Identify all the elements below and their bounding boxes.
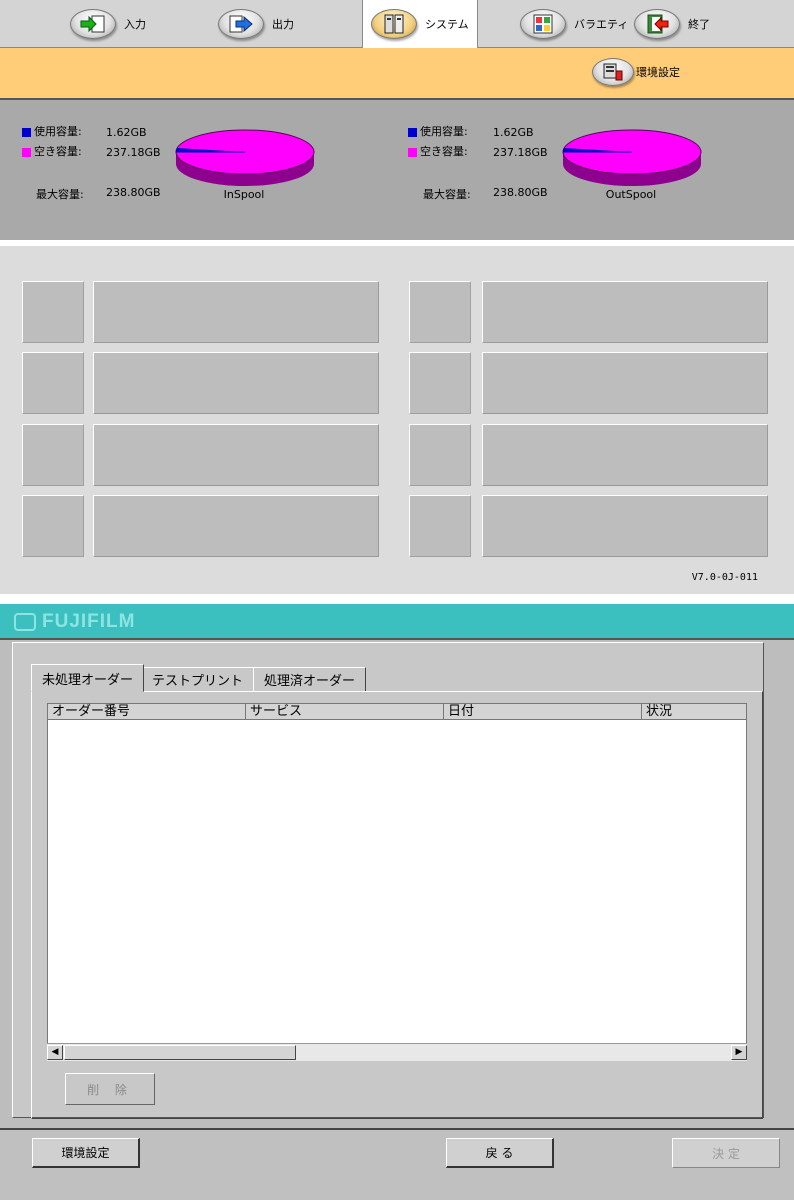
column-header-date[interactable]: 日付 — [444, 704, 642, 720]
slot-info-tile — [93, 495, 379, 557]
order-dialog: 未処理オーダー テストプリント 処理済オーダー オーダー番号 サービス 日付 状… — [12, 642, 764, 1119]
version-label: V7.0-0J-011 — [691, 572, 758, 583]
outspool-max-value: 238.80GB — [493, 186, 548, 199]
inspool-free-value: 237.18GB — [106, 146, 161, 159]
inspool-max-value: 238.80GB — [106, 186, 161, 199]
status-tile-grid: V7.0-0J-011 — [0, 246, 794, 594]
fujifilm-logo: FUJIFILM — [14, 611, 136, 633]
tab-unprocessed-orders[interactable]: 未処理オーダー — [31, 664, 145, 692]
scroll-right-arrow-icon[interactable]: ▶ — [731, 1045, 747, 1060]
tab-processed-orders[interactable]: 処理済オーダー — [253, 667, 367, 691]
outspool-pie-chart — [562, 129, 702, 186]
nav-output-label: 出力 — [272, 18, 294, 31]
slot-icon-tile — [409, 424, 471, 486]
env-settings-top-label: 環境設定 — [636, 66, 680, 79]
top-nav-bar: 入力 出力 システム バラエティ 終了 — [0, 0, 794, 48]
outspool-caption: OutSpool — [605, 188, 657, 201]
scrollbar-thumb[interactable] — [64, 1045, 296, 1060]
slot-icon-tile — [409, 495, 471, 557]
slot-icon-tile — [22, 424, 84, 486]
env-settings-button[interactable]: 環境設定 — [32, 1138, 140, 1168]
inspool-caption: InSpool — [223, 188, 265, 201]
slot-info-tile — [482, 424, 768, 486]
slot-icon-tile — [409, 352, 471, 414]
slot-info-tile — [93, 424, 379, 486]
inspool-pie-chart — [175, 129, 315, 186]
slot-info-tile — [482, 281, 768, 343]
env-settings-top-button[interactable]: 環境設定 — [592, 58, 680, 86]
used-color-swatch — [408, 127, 417, 137]
nav-input-label: 入力 — [124, 18, 146, 31]
system-icon — [371, 9, 417, 39]
back-button[interactable]: 戻 る — [446, 1138, 554, 1168]
fujifilm-header: FUJIFILM — [0, 604, 794, 640]
free-color-swatch — [22, 147, 31, 157]
outspool-legend: 使用容量: 空き容量: — [408, 122, 468, 162]
outspool-used-label: 使用容量: — [420, 125, 468, 138]
nav-system-label: システム — [425, 18, 469, 31]
column-header-order-number[interactable]: オーダー番号 — [48, 704, 246, 720]
inspool-legend: 使用容量: 空き容量: — [22, 122, 82, 162]
scroll-left-arrow-icon[interactable]: ◀ — [47, 1045, 63, 1060]
nav-system-tab[interactable]: システム — [362, 0, 478, 48]
confirm-button[interactable]: 決 定 — [672, 1138, 780, 1168]
inspool-free-label: 空き容量: — [34, 145, 82, 158]
nav-output-button[interactable]: 出力 — [218, 2, 294, 46]
nav-input-button[interactable]: 入力 — [70, 2, 146, 46]
footer-bar: 環境設定 戻 る 決 定 — [0, 1128, 794, 1200]
nav-variety-button[interactable]: バラエティ — [520, 2, 628, 46]
outspool-used-value: 1.62GB — [493, 126, 534, 139]
system-sub-bar: 環境設定 — [0, 48, 794, 100]
slot-icon-tile — [22, 495, 84, 557]
inspool-used-value: 1.62GB — [106, 126, 147, 139]
inspool-max-label: 最大容量: — [36, 188, 84, 201]
column-header-service[interactable]: サービス — [246, 704, 444, 720]
slot-info-tile — [93, 281, 379, 343]
exit-icon — [634, 9, 680, 39]
slot-info-tile — [482, 352, 768, 414]
slot-icon-tile — [22, 281, 84, 343]
inspool-used-label: 使用容量: — [34, 125, 82, 138]
fujifilm-mark-icon — [14, 613, 36, 631]
nav-exit-label: 終了 — [688, 18, 710, 31]
brand-name: FUJIFILM — [42, 611, 136, 632]
window-gap — [0, 594, 794, 604]
tab-test-print[interactable]: テストプリント — [141, 667, 255, 691]
input-arrow-icon — [70, 9, 116, 39]
order-list-table[interactable]: オーダー番号 サービス 日付 状況 — [47, 703, 747, 1061]
spool-status-panel: 使用容量: 空き容量: 1.62GB 237.18GB 最大容量: 238.80… — [0, 100, 794, 240]
slot-icon-tile — [409, 281, 471, 343]
nav-variety-label: バラエティ — [574, 18, 629, 31]
wrench-settings-icon — [592, 58, 634, 86]
outspool-free-label: 空き容量: — [420, 145, 468, 158]
slot-info-tile — [93, 352, 379, 414]
slot-info-tile — [482, 495, 768, 557]
free-color-swatch — [408, 147, 417, 157]
slot-icon-tile — [22, 352, 84, 414]
used-color-swatch — [22, 127, 31, 137]
horizontal-scrollbar[interactable]: ◀ ▶ — [47, 1043, 747, 1061]
outspool-max-label: 最大容量: — [423, 188, 471, 201]
nav-exit-button[interactable]: 終了 — [634, 2, 710, 46]
variety-icon — [520, 9, 566, 39]
column-header-status[interactable]: 状況 — [642, 704, 746, 720]
outspool-free-value: 237.18GB — [493, 146, 548, 159]
delete-button[interactable]: 削 除 — [65, 1073, 155, 1105]
output-arrow-icon — [218, 9, 264, 39]
